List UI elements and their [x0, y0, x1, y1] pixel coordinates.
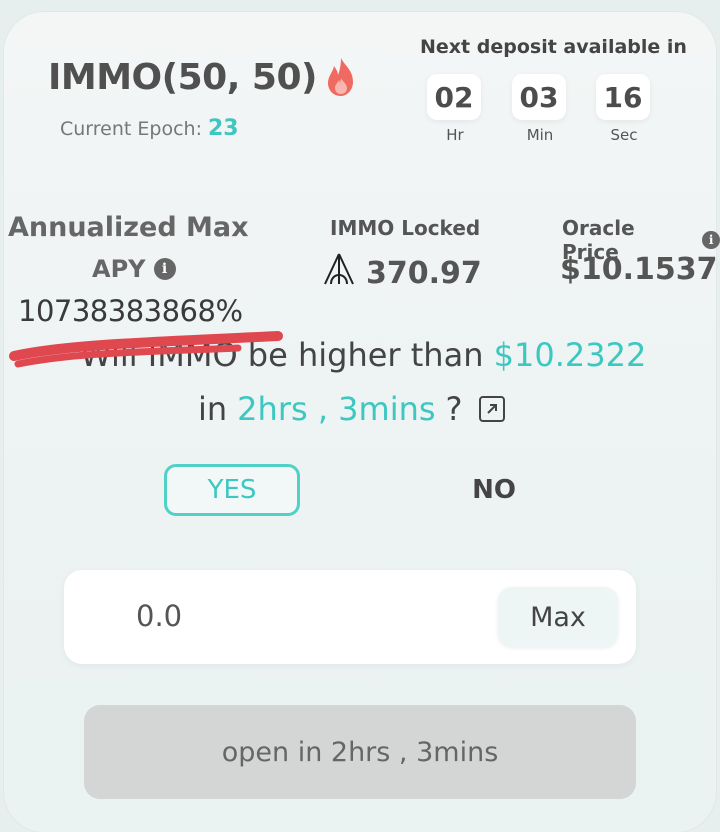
pair-title: IMMO(50, 50) — [48, 56, 359, 98]
timer-minutes: 03 Min — [512, 74, 568, 144]
no-button[interactable]: NO — [444, 464, 544, 516]
time-remaining: 2hrs , 3mins — [237, 390, 436, 428]
timer-minutes-unit: Min — [526, 126, 554, 144]
apy-title: Annualized Max — [8, 212, 249, 243]
max-button[interactable]: Max — [498, 587, 618, 647]
timer-seconds: 16 Sec — [596, 74, 652, 144]
target-price: $10.2322 — [493, 336, 647, 374]
pair-title-text: IMMO(50, 50) — [48, 56, 317, 98]
timer-seconds-unit: Sec — [610, 126, 638, 144]
epoch-label: Current Epoch: — [60, 118, 202, 140]
amount-box: Max — [64, 570, 636, 664]
question-line-2: in 2hrs , 3mins ? — [198, 390, 505, 428]
timer-minutes-value: 03 — [512, 74, 566, 120]
external-link-icon[interactable] — [478, 396, 505, 422]
immo-locked-label: IMMO Locked — [330, 216, 481, 240]
amount-input[interactable] — [136, 594, 436, 638]
fire-icon — [323, 56, 359, 98]
open-button[interactable]: open in 2hrs , 3mins — [84, 705, 636, 799]
info-icon[interactable]: i — [702, 231, 720, 249]
next-deposit-label: Next deposit available in — [420, 36, 687, 58]
immo-locked: 370.97 — [322, 252, 482, 294]
timer-hours: 02 Hr — [427, 74, 483, 144]
question-mark: ? — [445, 390, 463, 428]
oracle-price-value: $10.1537 — [560, 252, 718, 287]
timer-hours-unit: Hr — [446, 126, 464, 144]
timer-hours-value: 02 — [427, 74, 481, 120]
apy-sub-text: APY — [92, 255, 146, 283]
immo-locked-value: 370.97 — [366, 255, 482, 291]
yes-button[interactable]: YES — [164, 464, 300, 516]
current-epoch: Current Epoch: 23 — [60, 116, 239, 141]
question-prefix: Will IMMO be higher than — [80, 336, 484, 374]
immo-token-icon — [322, 252, 356, 294]
question-line-1: Will IMMO be higher than $10.2322 — [80, 336, 646, 374]
apy-value: 10738383868% — [18, 294, 243, 328]
timer-seconds-value: 16 — [596, 74, 650, 120]
question-in: in — [198, 390, 228, 428]
epoch-value: 23 — [207, 116, 239, 141]
apy-sub: APY i — [92, 255, 176, 283]
info-icon[interactable]: i — [153, 258, 176, 280]
